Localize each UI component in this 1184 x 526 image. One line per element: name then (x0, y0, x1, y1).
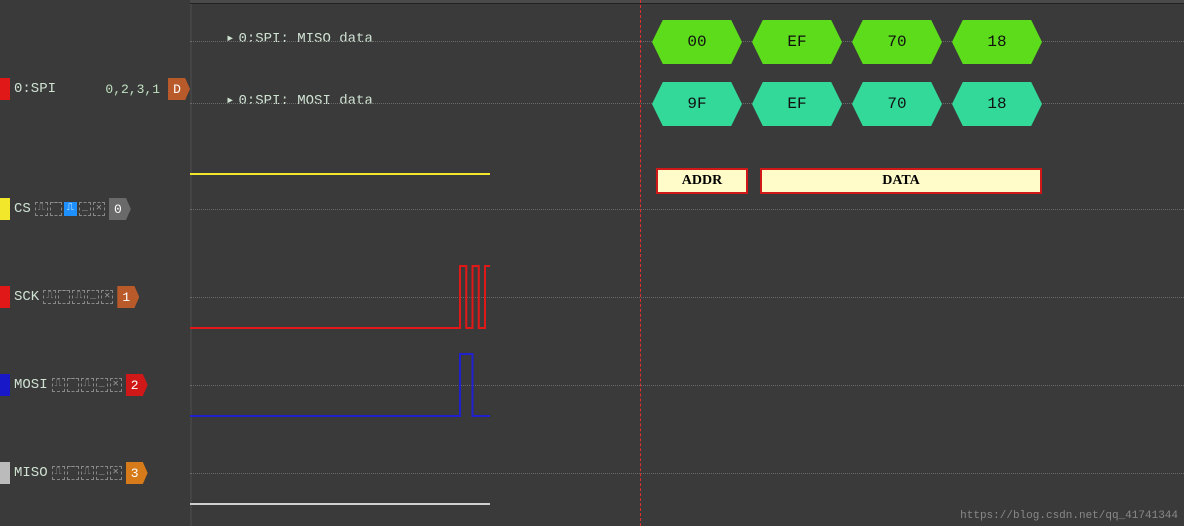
row-cs: CS ⎍‾⎍_✕ 0 (0, 192, 190, 226)
mosi-name: MOSI (10, 377, 48, 393)
cs-name: CS (10, 201, 31, 217)
miso-byte-2: 70 (852, 20, 942, 64)
sck-trigger-glyphs: ⎍‾⎍_✕ (43, 288, 113, 306)
cursor-vertical (640, 0, 641, 526)
mosi-byte-2: 70 (852, 82, 942, 126)
row-mosi: MOSI ⎍‾⎍_✕ 2 (0, 368, 190, 402)
decoder-marker: D (168, 78, 190, 100)
cs-marker: 0 (109, 198, 131, 220)
miso-name: MISO (10, 465, 48, 481)
miso-edge (0, 462, 10, 484)
miso-marker: 3 (126, 462, 148, 484)
miso-byte-3: 18 (952, 20, 1042, 64)
watermark: https://blog.csdn.net/qq_41741344 (960, 510, 1178, 522)
cs-edge (0, 198, 10, 220)
data-box: DATA (760, 168, 1042, 194)
row-sck: SCK ⎍‾⎍_✕ 1 (0, 280, 190, 314)
decoder-channel-id: 0,2,3,1 (105, 82, 160, 97)
sck-waveform (190, 262, 490, 332)
sck-edge (0, 286, 10, 308)
sck-marker: 1 (117, 286, 139, 308)
mosi-byte-1: EF (752, 82, 842, 126)
mosi-byte-3: 18 (952, 82, 1042, 126)
mosi-trigger-glyphs: ⎍‾⎍_✕ (52, 376, 122, 394)
miso-byte-0: 00 (652, 20, 742, 64)
decoder-channel-label: 0:SPI (10, 81, 56, 97)
mosi-waveform (190, 350, 490, 420)
sck-name: SCK (10, 289, 39, 305)
mosi-byte-0: 9F (652, 82, 742, 126)
row-miso: MISO ⎍‾⎍_✕ 3 (0, 456, 190, 490)
mosi-marker: 2 (126, 374, 148, 396)
cs-trigger-glyphs: ⎍‾⎍_✕ (35, 200, 105, 218)
miso-byte-1: EF (752, 20, 842, 64)
miso-trigger-glyphs: ⎍‾⎍_✕ (52, 464, 122, 482)
addr-box: ADDR (656, 168, 748, 194)
miso-waveform (190, 438, 490, 508)
waveform-canvas: 00 EF 70 18 9F EF 70 18 ADDR DATA (190, 0, 1184, 526)
cs-waveform (190, 170, 490, 248)
mosi-edge (0, 374, 10, 396)
